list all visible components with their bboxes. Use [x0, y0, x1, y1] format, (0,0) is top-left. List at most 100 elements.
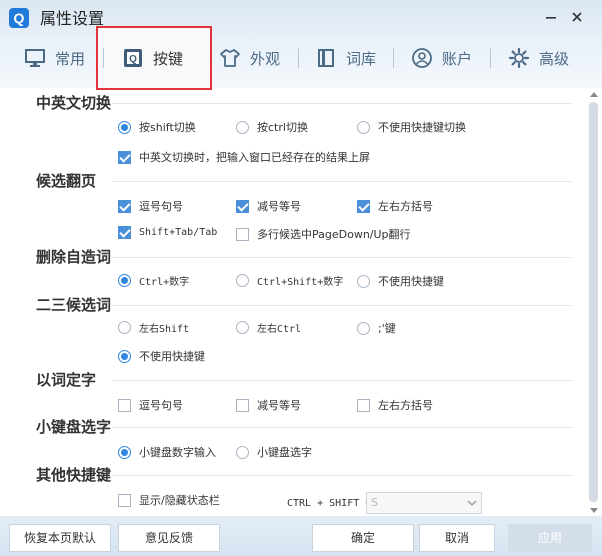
option-label: 左右方括号 [378, 399, 433, 412]
checkbox[interactable] [236, 398, 249, 412]
section-title-other: 其他快捷键 [36, 466, 112, 484]
section-divider [112, 181, 572, 182]
restore-defaults-button[interactable]: 恢复本页默认 [9, 524, 111, 552]
radio-semicolon-quote[interactable]: ;'键 [357, 320, 396, 336]
settings-content: 中英文切换 按shift切换 按ctrl切换 不使用快捷键切换 中英文切换时，把… [0, 88, 602, 516]
checkbox-shift-tab[interactable]: Shift+Tab/Tab [118, 226, 217, 239]
checkbox-toggle-status-bar[interactable]: 显示/隐藏状态栏 [118, 492, 220, 508]
radio-numpad-select[interactable]: 小键盘选字 [236, 444, 312, 460]
radio-left-right-shift[interactable]: 左右Shift [118, 320, 189, 335]
checkbox[interactable] [357, 398, 370, 412]
tab-divider [490, 48, 491, 68]
option-label: Shift+Tab/Tab [139, 227, 218, 238]
tab-label: 词库 [346, 49, 377, 68]
radio-numpad-input[interactable]: 小键盘数字输入 [118, 444, 216, 460]
checkbox[interactable] [118, 199, 131, 213]
radio-ctrl-shift-num[interactable]: Ctrl+Shift+数字 [236, 273, 343, 288]
close-button[interactable] [567, 8, 587, 30]
checkbox[interactable] [357, 199, 370, 213]
shortcut-key-select[interactable]: S [366, 492, 482, 514]
svg-text:Q: Q [129, 54, 137, 65]
apply-button[interactable]: 应用 [508, 524, 592, 552]
tab-lexicon[interactable]: 词库 [315, 42, 376, 74]
checkbox[interactable] [118, 398, 131, 412]
radio-no-shortcut-delete[interactable]: 不使用快捷键 [357, 273, 444, 289]
checkbox-w2c-brackets[interactable]: 左右方括号 [357, 397, 433, 413]
radio-button[interactable] [357, 321, 370, 335]
option-label: 多行候选中PageDown/Up翻行 [257, 228, 411, 241]
tab-label: 常用 [55, 49, 86, 68]
radio-button[interactable] [236, 274, 249, 287]
tab-divider [393, 48, 394, 68]
checkbox-w2c-minus-equal[interactable]: 减号等号 [236, 397, 301, 413]
radio-ctrl-num[interactable]: Ctrl+数字 [118, 273, 189, 288]
app-logo-icon: Q [9, 8, 29, 28]
option-label: Ctrl+Shift+数字 [257, 277, 344, 288]
radio-button[interactable] [236, 120, 249, 134]
gear-icon [508, 47, 530, 69]
section-divider [112, 475, 572, 476]
checkbox-commit-on-switch[interactable]: 中英文切换时，把输入窗口已经存在的结果上屏 [118, 149, 370, 165]
radio-button[interactable] [118, 321, 131, 334]
radio-button[interactable] [118, 120, 131, 134]
checkbox-w2c-comma-period[interactable]: 逗号句号 [118, 397, 183, 413]
checkbox[interactable] [236, 199, 249, 213]
option-label: 按shift切换 [139, 121, 196, 134]
section-title-numpad: 小键盘选字 [36, 418, 112, 436]
tab-label: 按键 [153, 49, 184, 68]
section-title-word-to-char: 以词定字 [36, 371, 97, 389]
checkbox-comma-period[interactable]: 逗号句号 [118, 198, 183, 214]
radio-button[interactable] [118, 274, 131, 287]
tab-keys[interactable]: Q 按键 [122, 42, 183, 74]
tab-advanced[interactable]: 高级 [508, 42, 569, 74]
tab-common[interactable]: 常用 [24, 42, 85, 74]
window-title: 属性设置 [40, 9, 105, 28]
checkbox-minus-equal[interactable]: 减号等号 [236, 198, 301, 214]
tab-account[interactable]: 账户 [411, 42, 472, 74]
radio-button[interactable] [236, 445, 249, 459]
option-label: 逗号句号 [139, 399, 183, 412]
option-label: 减号等号 [257, 200, 301, 213]
user-icon [411, 47, 433, 69]
radio-button[interactable] [118, 349, 131, 363]
scroll-down-icon[interactable] [589, 506, 598, 514]
checkbox[interactable] [236, 227, 249, 241]
checkbox[interactable] [118, 226, 131, 239]
tab-divider [103, 48, 104, 68]
checkbox[interactable] [118, 493, 131, 507]
feedback-button[interactable]: 意见反馈 [118, 524, 220, 552]
radio-button[interactable] [118, 445, 131, 459]
scroll-thumb[interactable] [589, 102, 598, 502]
section-title-switch: 中英文切换 [36, 94, 112, 112]
tab-label: 外观 [250, 49, 281, 68]
radio-ctrl-switch[interactable]: 按ctrl切换 [236, 119, 308, 135]
scroll-up-icon[interactable] [589, 90, 598, 98]
option-label: 按ctrl切换 [257, 121, 308, 134]
radio-button[interactable] [357, 120, 370, 134]
radio-shift-switch[interactable]: 按shift切换 [118, 119, 196, 135]
scrollbar[interactable] [586, 88, 600, 516]
option-label: 显示/隐藏状态栏 [139, 494, 220, 507]
radio-left-right-ctrl[interactable]: 左右Ctrl [236, 320, 301, 335]
section-title-delete-word: 删除自造词 [36, 248, 112, 266]
option-label: 小键盘选字 [257, 446, 312, 459]
checkbox-brackets[interactable]: 左右方括号 [357, 198, 433, 214]
minimize-button[interactable] [541, 8, 561, 30]
radio-no-shortcut-switch[interactable]: 不使用快捷键切换 [357, 119, 466, 135]
radio-button[interactable] [357, 274, 370, 288]
section-title-second-third: 二三候选词 [36, 296, 112, 314]
tab-appearance[interactable]: 外观 [219, 42, 280, 74]
ok-button[interactable]: 确定 [312, 524, 414, 552]
cancel-button[interactable]: 取消 [419, 524, 495, 552]
header: Q 属性设置 常用 Q 按键 外观 词库 账户 高级 [0, 0, 602, 90]
radio-no-shortcut-second[interactable]: 不使用快捷键 [118, 348, 205, 364]
tab-divider [298, 48, 299, 68]
radio-button[interactable] [236, 321, 249, 334]
checkbox[interactable] [118, 150, 131, 164]
combo-value: S [371, 496, 378, 509]
section-divider [112, 380, 572, 381]
shortcut-combo-label: CTRL + SHIFT + [287, 498, 372, 509]
checkbox-pagedown-up[interactable]: 多行候选中PageDown/Up翻行 [236, 226, 411, 242]
monitor-icon [24, 47, 46, 69]
option-label: 左右Shift [139, 324, 190, 335]
